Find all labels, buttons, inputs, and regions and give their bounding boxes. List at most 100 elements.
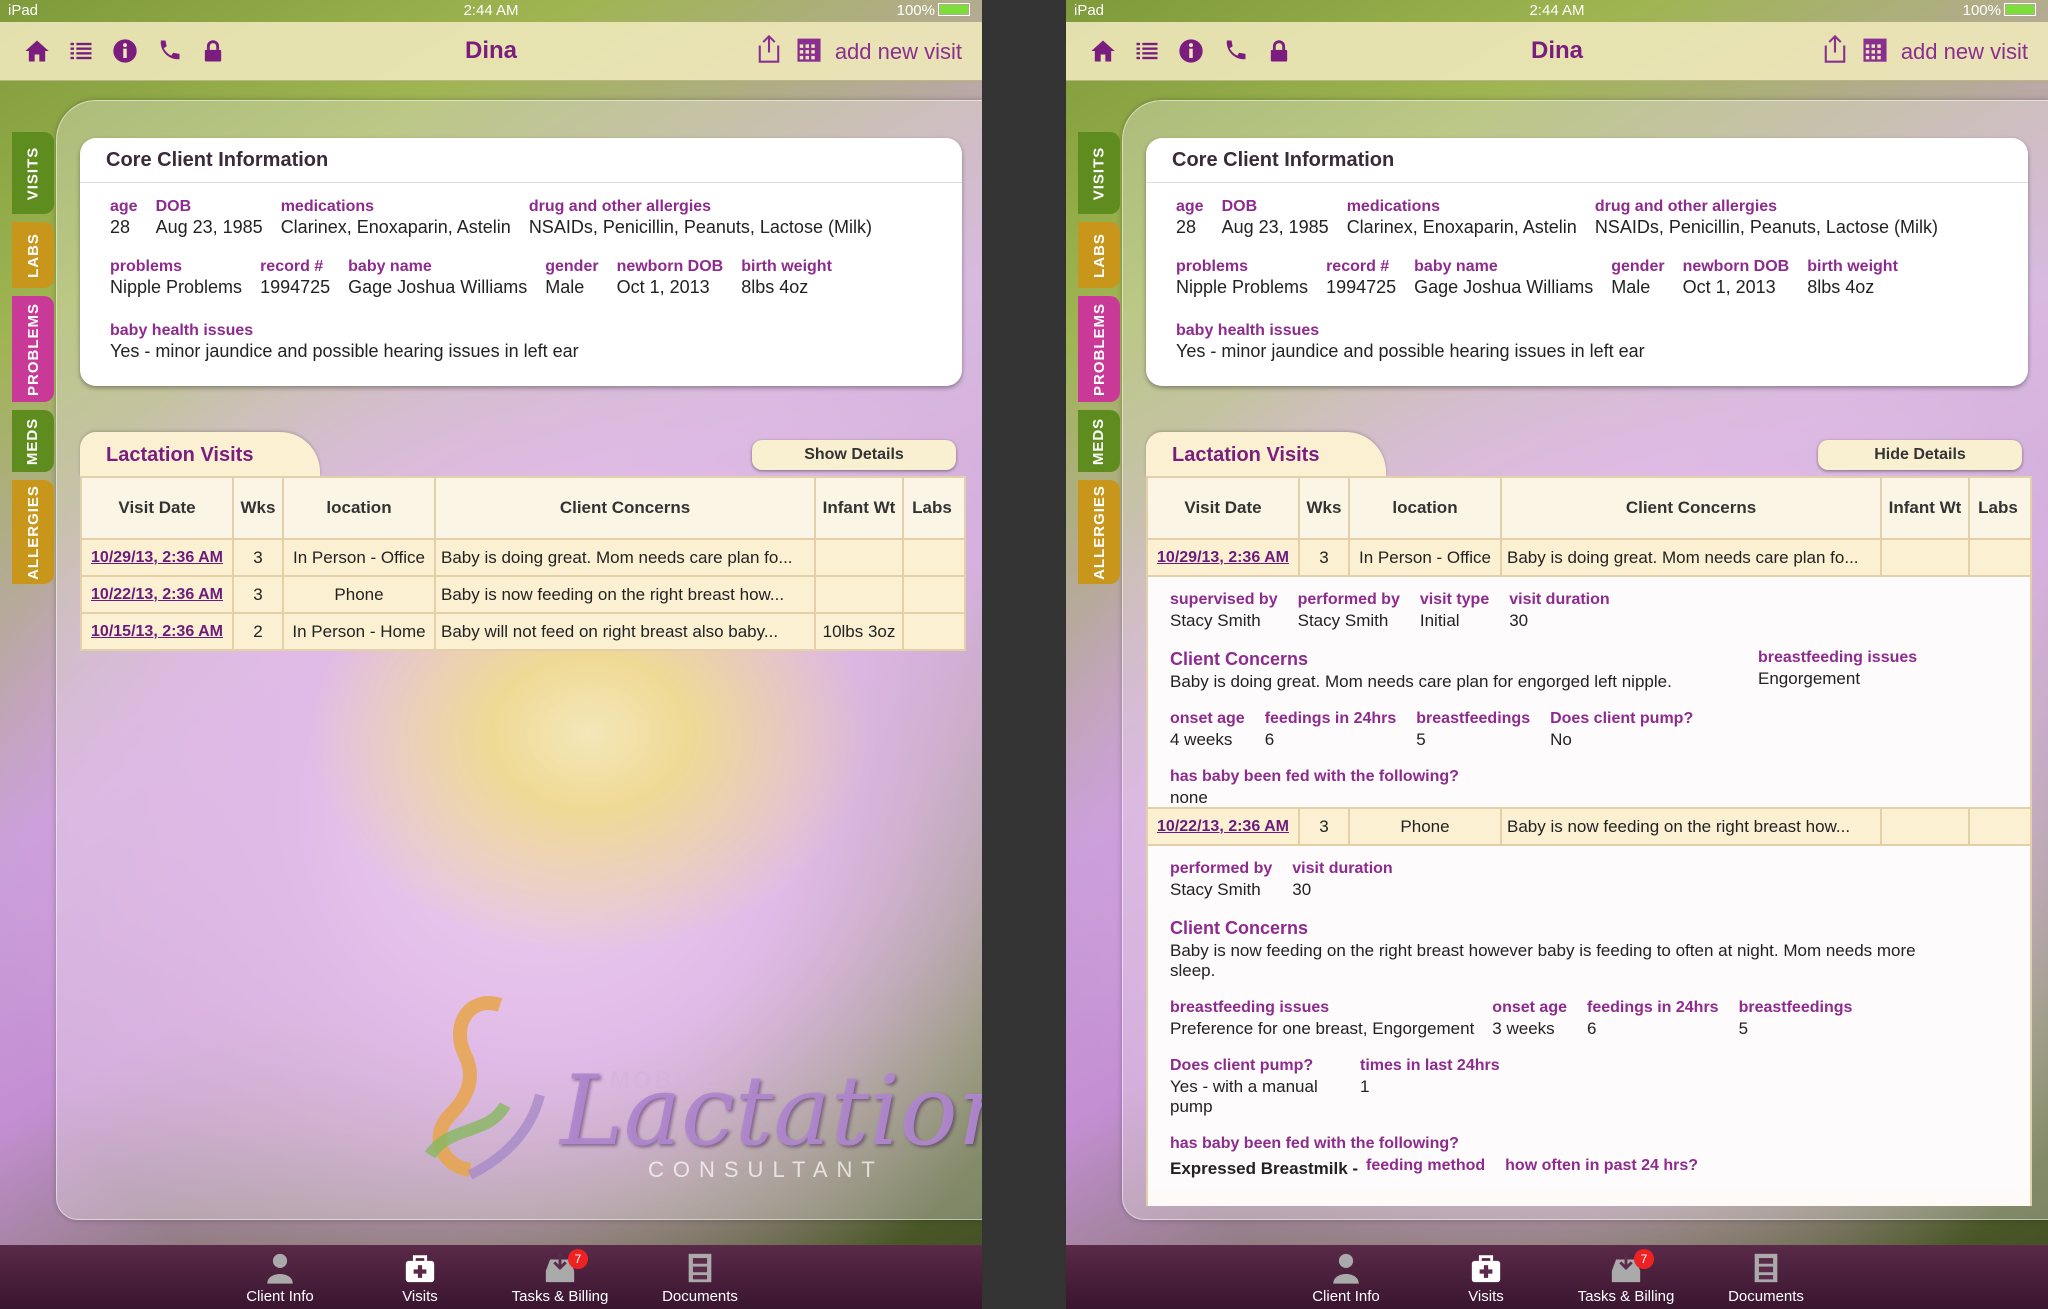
table-row[interactable]: 10/22/13, 2:36 AM 3 Phone Baby is now fe… [82, 577, 964, 614]
battery-status: 100% [897, 2, 970, 19]
add-new-visit-button[interactable]: add new visit [835, 39, 962, 65]
problems-field: problems Nipple Problems [1176, 258, 1309, 297]
battery-status: 100% [1963, 2, 2036, 19]
tab-client-info[interactable]: Client Info [220, 1251, 340, 1305]
battery-icon [2004, 3, 2036, 16]
nav-bar: Dina add new visit [1066, 22, 2048, 81]
share-icon[interactable] [755, 34, 783, 69]
dob-field: DOB Aug 23, 1985 [155, 198, 263, 237]
calendar-icon[interactable] [795, 34, 823, 69]
side-tab-visits[interactable]: VISITS [12, 132, 54, 214]
notification-badge: 7 [568, 1249, 588, 1269]
share-icon[interactable] [1821, 34, 1849, 69]
tab-tasks-billing[interactable]: Tasks & Billing 7 [1566, 1249, 1686, 1305]
gender-field: gender Male [1611, 258, 1665, 297]
side-tab-meds[interactable]: MEDS [1078, 410, 1120, 472]
medical-bag-icon [1471, 1255, 1501, 1283]
age-field: age 28 [1176, 198, 1204, 237]
side-tab-meds[interactable]: MEDS [12, 410, 54, 472]
tab-bar: Client Info Visits Tasks & Billing 7 Doc… [0, 1245, 982, 1309]
client-concerns: Client Concerns Baby is now feeding on th… [1170, 918, 1916, 980]
table-header: Visit Date Wks location Client Concerns … [1148, 478, 2030, 540]
tab-documents[interactable]: Documents [1706, 1251, 1826, 1305]
breastfeedings: breastfeedings 5 [1738, 999, 1853, 1038]
gender-field: gender Male [545, 258, 599, 297]
ipad-screen-left: iPad 2:44 AM 100% Dina add new visit VIS… [0, 0, 982, 1309]
add-new-visit-button[interactable]: add new visit [1901, 39, 2028, 65]
side-tab-labs[interactable]: LABS [1078, 222, 1120, 288]
notification-badge: 7 [1634, 1249, 1654, 1269]
visit-type: visit type Initial [1419, 591, 1490, 630]
breastfeedings: breastfeedings 5 [1416, 710, 1531, 749]
side-tab-visits[interactable]: VISITS [1078, 132, 1120, 214]
side-tab-problems[interactable]: PROBLEMS [1078, 296, 1120, 402]
visit-date-link[interactable]: 10/22/13, 2:36 AM [82, 577, 234, 612]
record-field: record #1994725 [260, 258, 331, 297]
show-details-button[interactable]: Show Details [752, 440, 956, 470]
visits-table: Visit Date Wks location Client Concerns … [80, 476, 966, 651]
visits-table-expanded: Visit Date Wks location Client Concerns … [1146, 476, 2032, 1206]
visit-date-link[interactable]: 10/22/13, 2:36 AM [1148, 809, 1300, 844]
side-tab-allergies[interactable]: ALLERGIES [1078, 480, 1120, 584]
supervised-by: supervised by Stacy Smith [1170, 591, 1278, 630]
tab-visits[interactable]: Visits [1426, 1251, 1546, 1305]
status-bar: iPad 2:44 AM 100% [0, 0, 982, 22]
side-tab-labs[interactable]: LABS [12, 222, 54, 288]
lactation-visits-title: Lactation Visits [1146, 432, 1386, 476]
age-field: age 28 [110, 198, 138, 237]
ipad-screen-right: iPad 2:44 AM 100% Dina add new visit VIS… [1066, 0, 2048, 1309]
feedings-24hrs: feedings in 24hrs 6 [1264, 710, 1397, 749]
feedings-24hrs: feedings in 24hrs 6 [1586, 999, 1719, 1038]
table-row[interactable]: 10/29/13, 2:36 AM 3 In Person - Office B… [82, 540, 964, 577]
visit-detail: performed by Stacy Smith visit duration 30… [1148, 846, 2030, 1189]
medications-field: medications Clarinex, Enoxaparin, Astelin [1346, 198, 1577, 237]
tab-client-info[interactable]: Client Info [1286, 1251, 1406, 1305]
core-client-info-card: Core Client Information age 28 DOB Aug 23,… [1146, 138, 2028, 386]
visit-date-link[interactable]: 10/29/13, 2:36 AM [1148, 540, 1300, 575]
calendar-icon[interactable] [1861, 34, 1889, 69]
person-icon [267, 1253, 293, 1284]
person-icon [1333, 1253, 1359, 1284]
core-client-info-title: Core Client Information [80, 138, 962, 183]
table-header: Visit Date Wks location Client Concerns … [82, 478, 964, 540]
tab-bar: Client Info Visits Tasks & Billing 7 Doc… [1066, 1245, 2048, 1309]
performed-by: performed by Stacy Smith [1170, 860, 1273, 899]
breastfeeding-issues: breastfeeding issues Engorgement [1758, 649, 1918, 688]
newborn-dob-field: newborn DOB Oct 1, 2013 [616, 258, 724, 297]
client-pump: Does client pump? Yes - with a manual pum… [1170, 1057, 1318, 1116]
allergies-field: drug and other allergies NSAIDs, Penicill… [528, 198, 872, 237]
performed-by: performed by Stacy Smith [1297, 591, 1400, 630]
table-row[interactable]: 10/22/13, 2:36 AM 3 Phone Baby is now fe… [1148, 809, 2030, 846]
clock: 2:44 AM [1529, 2, 1585, 19]
table-row[interactable]: 10/15/13, 2:36 AM 2 In Person - Home Bab… [82, 614, 964, 651]
birth-weight-field: birth weight 8lbs 4oz [741, 258, 832, 297]
tab-tasks-billing[interactable]: Tasks & Billing 7 [500, 1249, 620, 1305]
dob-field: DOB Aug 23, 1985 [1221, 198, 1329, 237]
breastfeeding-issues: breastfeeding issues Preference for one b… [1170, 999, 1475, 1038]
table-row[interactable]: 10/29/13, 2:36 AM 3 In Person - Office B… [1148, 540, 2030, 577]
visit-duration: visit duration 30 [1509, 591, 1610, 630]
hide-details-button[interactable]: Hide Details [1818, 440, 2022, 470]
clock: 2:44 AM [463, 2, 519, 19]
record-field: record #1994725 [1326, 258, 1397, 297]
battery-icon [938, 3, 970, 16]
core-client-info-card: Core Client Information age 28 DOB Aug 23,… [80, 138, 962, 386]
baby-health-field: baby health issues Yes - minor jaundice a… [110, 322, 579, 361]
baby-name-field: baby name Gage Joshua Williams [1414, 258, 1594, 297]
side-tab-allergies[interactable]: ALLERGIES [12, 480, 54, 584]
baby-name-field: baby name Gage Joshua Williams [348, 258, 528, 297]
visit-detail: supervised by Stacy Smith performed by Sta… [1148, 577, 2030, 809]
visit-date-link[interactable]: 10/15/13, 2:36 AM [82, 614, 234, 649]
tab-visits[interactable]: Visits [360, 1251, 480, 1305]
cabinet-icon [1754, 1253, 1778, 1283]
side-tabs: VISITS LABS PROBLEMS MEDS ALLERGIES [12, 132, 56, 592]
newborn-dob-field: newborn DOB Oct 1, 2013 [1682, 258, 1790, 297]
client-concerns: Client Concerns Baby is doing great. Mom … [1170, 649, 1672, 691]
app-logo: MOBILE Lactation CONSULTANT [410, 985, 982, 1195]
tab-documents[interactable]: Documents [640, 1251, 760, 1305]
onset-age: onset age 4 weeks [1170, 710, 1245, 749]
side-tabs: VISITS LABS PROBLEMS MEDS ALLERGIES [1078, 132, 1122, 592]
visit-date-link[interactable]: 10/29/13, 2:36 AM [82, 540, 234, 575]
client-pump: Does client pump? No [1550, 710, 1694, 749]
side-tab-problems[interactable]: PROBLEMS [12, 296, 54, 402]
